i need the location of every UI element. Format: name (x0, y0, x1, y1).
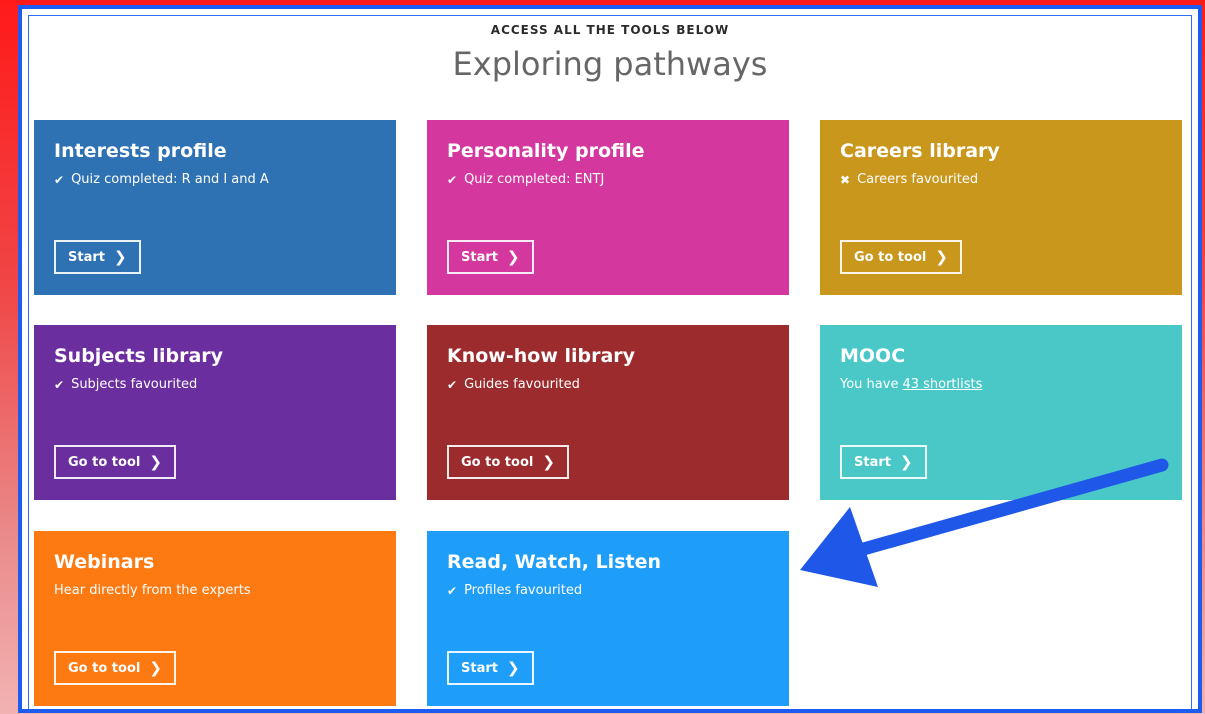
card-title: Webinars (54, 551, 155, 573)
chevron-right-icon: ❯ (542, 453, 555, 471)
start-button[interactable]: Start ❯ (447, 651, 534, 685)
check-icon: ✔ (447, 377, 458, 392)
go-to-tool-button[interactable]: Go to tool ❯ (54, 651, 176, 685)
start-button[interactable]: Start ❯ (54, 240, 141, 274)
go-to-tool-button[interactable]: Go to tool ❯ (840, 240, 962, 274)
check-icon: ✔ (54, 172, 65, 187)
card-status-text: Profiles favourited (464, 583, 583, 598)
button-label: Go to tool (68, 454, 141, 470)
button-label: Go to tool (68, 660, 141, 676)
card-status: Hear directly from the experts (54, 583, 376, 598)
check-icon: ✔ (447, 583, 458, 598)
tools-panel: ACCESS ALL THE TOOLS BELOW Exploring pat… (18, 5, 1202, 713)
section-eyebrow: ACCESS ALL THE TOOLS BELOW (490, 23, 730, 37)
card-title: Read, Watch, Listen (447, 551, 662, 573)
card-personality-profile: Personality profile ✔ Quiz completed: EN… (427, 120, 789, 295)
card-title: Personality profile (447, 140, 645, 162)
card-status-text: Guides favourited (464, 377, 580, 392)
card-status-text: Hear directly from the experts (54, 583, 251, 598)
arrow-icon (800, 458, 1169, 587)
page-title: Exploring pathways (452, 45, 768, 83)
card-title: Know-how library (447, 345, 636, 367)
cross-icon: ✖ (840, 172, 851, 187)
card-status: ✔ Subjects favourited (54, 377, 376, 392)
card-status: You have 43 shortlists (840, 377, 1162, 392)
card-status-text: Subjects favourited (71, 377, 198, 392)
card-title: Interests profile (54, 140, 227, 162)
shortlists-link[interactable]: 43 shortlists (902, 377, 982, 392)
chevron-right-icon: ❯ (149, 453, 162, 471)
button-label: Start (68, 249, 105, 265)
card-status-text: Quiz completed: ENTJ (464, 172, 605, 187)
card-status: ✔ Quiz completed: ENTJ (447, 172, 769, 187)
chevron-right-icon: ❯ (113, 248, 127, 266)
card-careers-library: Careers library ✖ Careers favourited Go … (820, 120, 1182, 295)
go-to-tool-button[interactable]: Go to tool ❯ (447, 445, 569, 479)
arrow-shaft (853, 458, 1169, 557)
card-status-text: Quiz completed: R and I and A (71, 172, 269, 187)
button-label: Start (461, 660, 498, 676)
chevron-right-icon: ❯ (506, 659, 520, 677)
card-status: ✔ Guides favourited (447, 377, 769, 392)
card-subjects-library: Subjects library ✔ Subjects favourited G… (34, 325, 396, 500)
card-status-text: You have (840, 377, 899, 392)
start-button[interactable]: Start ❯ (447, 240, 534, 274)
card-title: MOOC (840, 345, 906, 367)
card-title: Careers library (840, 140, 1000, 162)
chevron-right-icon: ❯ (149, 659, 162, 677)
chevron-right-icon: ❯ (935, 248, 948, 266)
card-interests-profile: Interests profile ✔ Quiz completed: R an… (34, 120, 396, 295)
card-status: ✔ Quiz completed: R and I and A (54, 172, 376, 187)
button-label: Go to tool (461, 454, 534, 470)
card-webinars: Webinars Hear directly from the experts … (34, 531, 396, 706)
card-status: ✖ Careers favourited (840, 172, 1162, 187)
card-status-text: Careers favourited (857, 172, 979, 187)
card-status: ✔ Profiles favourited (447, 583, 769, 598)
check-icon: ✔ (447, 172, 458, 187)
go-to-tool-button[interactable]: Go to tool ❯ (54, 445, 176, 479)
button-label: Go to tool (854, 249, 927, 265)
card-read-watch-listen: Read, Watch, Listen ✔ Profiles favourite… (427, 531, 789, 706)
card-title: Subjects library (54, 345, 224, 367)
button-label: Start (461, 249, 498, 265)
chevron-right-icon: ❯ (506, 248, 520, 266)
check-icon: ✔ (54, 377, 65, 392)
card-know-how-library: Know-how library ✔ Guides favourited Go … (427, 325, 789, 500)
